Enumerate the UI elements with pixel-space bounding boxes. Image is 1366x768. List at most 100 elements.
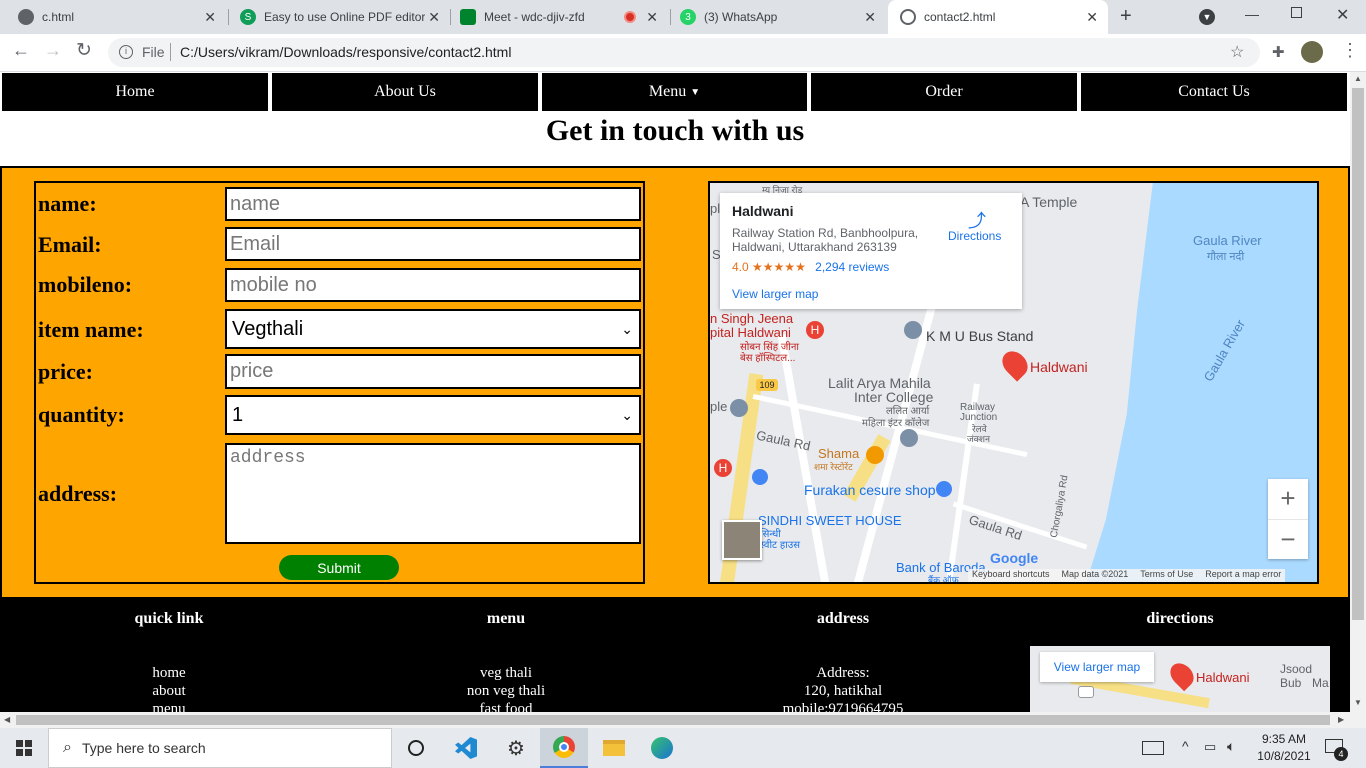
extensions-icon[interactable]: ✚ (1272, 43, 1285, 61)
scroll-left-icon[interactable]: ◀ (4, 715, 10, 724)
map-label: K M U Bus Stand (926, 328, 1034, 344)
clock-time: 9:35 AM (1261, 732, 1307, 746)
satellite-toggle[interactable] (722, 520, 762, 560)
footer-address-line: mobile:9719664795 (782, 701, 904, 712)
terms-link[interactable]: Terms of Use (1140, 569, 1193, 582)
tab-search-icon[interactable]: ▼ (1199, 9, 1215, 25)
nav-about[interactable]: About Us (272, 73, 538, 111)
footer-heading-quick-link: quick link (134, 610, 204, 627)
close-tab-icon[interactable]: ✕ (204, 9, 216, 26)
keyboard-icon[interactable] (1142, 741, 1164, 755)
report-error-link[interactable]: Report a map error (1205, 569, 1281, 582)
address-textarea[interactable]: address (225, 443, 641, 544)
scroll-right-icon[interactable]: ▶ (1338, 715, 1344, 724)
footer-menu-item[interactable]: veg thali (406, 664, 606, 682)
taskbar-search-box[interactable]: ⌕ Type here to search (48, 728, 392, 768)
url-text[interactable]: C:/Users/vikram/Downloads/responsive/con… (180, 44, 511, 60)
footer-link-menu[interactable]: menu (69, 700, 269, 712)
name-input[interactable]: name (225, 187, 641, 221)
volume-icon[interactable]: 🔈︎ (1227, 738, 1235, 755)
chevron-up-icon[interactable]: ^ (1182, 738, 1189, 754)
footer-link-home[interactable]: home (69, 664, 269, 682)
footer-heading-menu: menu (486, 610, 526, 627)
map-label: ple (710, 399, 728, 414)
tab-contact2[interactable]: contact2.html ✕ (888, 0, 1108, 34)
hospital-icon[interactable]: H (714, 459, 732, 477)
windows-start-icon[interactable] (0, 728, 48, 768)
directions-link[interactable]: Directions (948, 229, 1001, 243)
nav-menu[interactable]: Menu ▼ (542, 73, 807, 111)
price-input[interactable]: price (225, 354, 641, 389)
shopping-icon[interactable] (752, 469, 768, 485)
footer-menu-item[interactable]: fast food (406, 700, 606, 712)
close-tab-icon[interactable]: ✕ (428, 9, 440, 26)
globe-icon (18, 9, 34, 25)
info-icon[interactable]: i (119, 45, 133, 59)
restaurant-icon[interactable] (866, 446, 884, 464)
map-pin-icon[interactable] (1165, 658, 1199, 692)
hospital-icon[interactable]: H (806, 321, 824, 339)
forward-icon[interactable]: → (44, 40, 62, 61)
file-explorer-icon[interactable] (590, 728, 638, 768)
school-icon[interactable] (900, 429, 918, 447)
view-larger-map-link[interactable]: View larger map (732, 287, 1010, 301)
reload-icon[interactable]: ↻ (76, 39, 92, 62)
footer-mini-map[interactable]: View larger map 41 Haldwani Jsood Bub Ma (1030, 646, 1330, 712)
settings-gear-icon[interactable]: ⚙ (492, 728, 540, 768)
mini-view-larger-map-link[interactable]: View larger map (1040, 652, 1154, 682)
footer-menu-item[interactable]: non veg thali (406, 682, 606, 700)
minimize-icon[interactable]: — (1245, 6, 1259, 22)
reviews-link[interactable]: 2,294 reviews (815, 260, 889, 274)
cortana-icon[interactable] (392, 728, 440, 768)
scroll-up-icon[interactable]: ▲ (1354, 74, 1362, 83)
shopping-icon[interactable] (936, 481, 952, 497)
close-tab-icon[interactable]: ✕ (1086, 9, 1098, 26)
tab-meet[interactable]: Meet - wdc-djiv-zfd ✕ (452, 0, 668, 34)
address-bar[interactable]: i File C:/Users/vikram/Downloads/respons… (108, 38, 1260, 67)
menu-kebab-icon[interactable]: ⋮ (1341, 40, 1359, 61)
keyboard-shortcuts-link[interactable]: Keyboard shortcuts (972, 569, 1050, 582)
tab-whatsapp[interactable]: 3 (3) WhatsApp ✕ (672, 0, 886, 34)
nav-home[interactable]: Home (2, 73, 268, 111)
quantity-select[interactable]: 1 ⌄ (225, 395, 641, 435)
new-tab-button[interactable]: + (1120, 5, 1132, 28)
tab-c-html[interactable]: c.html ✕ (0, 0, 226, 34)
close-tab-icon[interactable]: ✕ (646, 9, 658, 26)
chrome-icon[interactable] (540, 728, 588, 768)
bus-icon[interactable] (904, 321, 922, 339)
chevron-down-icon: ⌄ (621, 320, 633, 337)
battery-icon[interactable]: ▭ (1204, 739, 1216, 755)
restore-icon[interactable] (1291, 7, 1302, 18)
submit-button[interactable]: Submit (279, 555, 399, 580)
back-icon[interactable]: ← (12, 40, 30, 61)
edge-icon[interactable] (638, 728, 686, 768)
map-label: जंक्शन (967, 434, 991, 444)
footer-heading-directions: directions (1146, 610, 1214, 627)
close-tab-icon[interactable]: ✕ (864, 9, 876, 26)
tab-pdf-editor[interactable]: S Easy to use Online PDF editor ✕ (230, 0, 450, 34)
email-input[interactable]: Email (225, 227, 641, 261)
temple-icon[interactable] (730, 399, 748, 417)
horizontal-scrollbar[interactable]: ◀ ▶ (0, 712, 1366, 728)
close-window-icon[interactable]: ✕ (1336, 5, 1349, 25)
label-address: address: (38, 481, 118, 506)
map-pin-icon[interactable] (997, 346, 1033, 382)
footer-link-about[interactable]: about (69, 682, 269, 700)
vscode-icon[interactable] (442, 728, 490, 768)
mobile-input[interactable]: mobile no (225, 268, 641, 302)
vertical-scrollbar[interactable]: ▲ ▼ (1350, 72, 1366, 712)
bookmark-star-icon[interactable]: ☆ (1230, 42, 1244, 62)
scrollbar-thumb[interactable] (1352, 88, 1364, 620)
avatar[interactable] (1301, 41, 1323, 63)
clock[interactable]: 9:35 AM 10/8/2021 (1254, 731, 1314, 765)
nav-contact[interactable]: Contact Us (1081, 73, 1347, 111)
google-map-embed[interactable]: A Temple Gaula River गौला नदी Gaula Rive… (708, 181, 1319, 584)
scroll-down-icon[interactable]: ▼ (1354, 698, 1362, 707)
map-pin-label: Haldwani (1030, 359, 1088, 375)
zoom-in-button[interactable]: + (1268, 479, 1308, 519)
scrollbar-thumb[interactable] (16, 715, 1330, 725)
zoom-out-button[interactable]: − (1268, 519, 1308, 559)
item-select[interactable]: Vegthali ⌄ (225, 309, 641, 349)
tab-title: Meet - wdc-djiv-zfd (484, 10, 585, 24)
nav-order[interactable]: Order (811, 73, 1077, 111)
